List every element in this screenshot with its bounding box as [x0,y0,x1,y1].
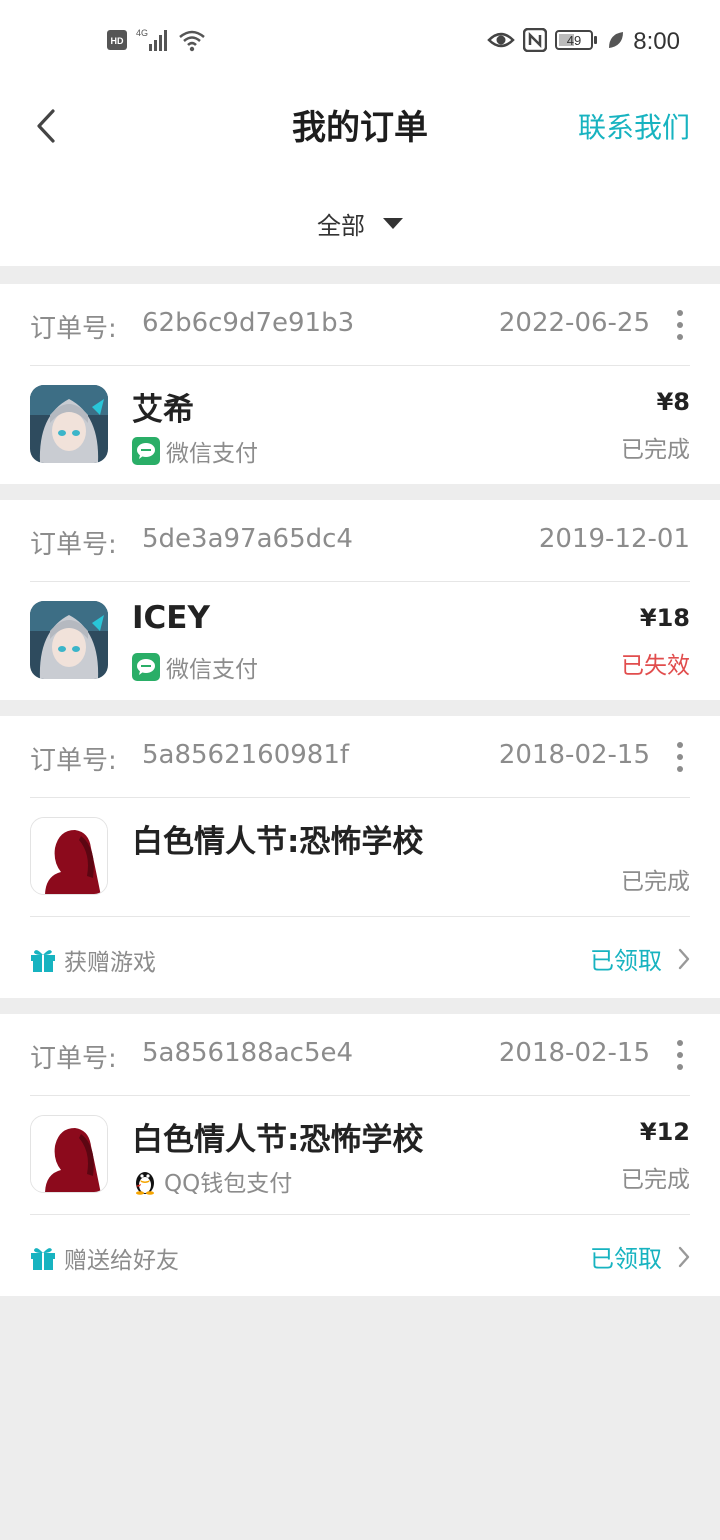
order-card: 订单号: 62b6c9d7e91b3 2022-06-25 艾希 微信支付 ¥8… [0,284,720,484]
order-filter-dropdown[interactable]: 全部 [0,206,720,241]
order-header: 订单号: 5a8562160981f 2018-02-15 [30,716,690,798]
gift-row: 赠送给好友 已领取 [30,1214,690,1296]
payment-method: QQ钱包支付 [132,1164,292,1198]
status-bar: HD 4G 49 8:00 [0,0,720,84]
order-header: 订单号: 5de3a97a65dc4 2019-12-01 [30,500,690,582]
payment-method-label: 微信支付 [166,657,258,683]
svg-text:4G: 4G [136,28,148,38]
claimed-label: 已领取 [590,1245,662,1273]
hd-icon: HD [106,29,128,55]
battery-icon: 49 [555,29,599,55]
wechat-pay-icon [132,437,160,465]
payment-method-label: 微信支付 [166,441,258,467]
order-number: 5a8562160981f [142,740,350,770]
order-number: 62b6c9d7e91b3 [142,308,355,338]
gift-icon [31,950,55,972]
qq-wallet-icon [136,1172,154,1195]
caret-down-icon [383,217,403,229]
order-price: ¥18 [639,604,690,632]
order-number-label: 订单号: [30,746,117,776]
game-name: 艾希 [132,392,194,428]
clock: 8:00 [633,28,680,55]
order-number-label: 订单号: [30,314,117,344]
wifi-icon [178,27,208,57]
order-price: ¥12 [639,1118,690,1146]
status-right: 49 8:00 [487,26,680,58]
order-body[interactable]: 白色情人节:恐怖学校 已完成 [30,798,690,916]
order-status: 已完成 [621,869,690,895]
more-options-icon[interactable] [674,1040,686,1070]
filter-label: 全部 [317,212,365,240]
payment-method: 微信支付 [132,650,258,684]
payment-method-label: QQ钱包支付 [164,1171,293,1197]
game-icon [30,385,108,463]
svg-text:49: 49 [567,33,581,48]
leaf-icon [607,30,625,54]
order-header: 订单号: 5a856188ac5e4 2018-02-15 [30,1014,690,1096]
order-body[interactable]: ICEY 微信支付 ¥18 已失效 [30,582,690,700]
gift-info: 赠送给好友 [30,1241,179,1275]
order-number: 5de3a97a65dc4 [142,524,353,554]
order-date: 2019-12-01 [538,524,690,554]
payment-method: 微信支付 [132,434,258,468]
order-date: 2018-02-15 [498,740,650,770]
order-number: 5a856188ac5e4 [142,1038,354,1068]
chevron-right-icon [678,948,690,969]
claimed-label: 已领取 [590,947,662,975]
game-name: ICEY [132,600,210,636]
order-date: 2018-02-15 [498,1038,650,1068]
nfc-icon [523,27,548,56]
gift-icon [31,1248,55,1270]
status-left: HD 4G [106,28,208,56]
claimed-link[interactable]: 已领取 [590,941,690,976]
gift-label: 获赠游戏 [64,950,156,976]
more-options-icon[interactable] [674,742,686,772]
order-status: 已失效 [621,653,690,679]
contact-us-link[interactable]: 联系我们 [578,106,690,146]
order-date: 2022-06-25 [498,308,650,338]
gift-info: 获赠游戏 [30,943,156,977]
claimed-link[interactable]: 已领取 [590,1239,690,1274]
game-icon [30,817,108,895]
chevron-right-icon [678,1246,690,1267]
game-icon [30,1115,108,1193]
game-icon [30,601,108,679]
order-price: ¥8 [656,388,690,416]
order-number-label: 订单号: [30,530,117,560]
more-options-icon[interactable] [674,310,686,340]
order-number-label: 订单号: [30,1044,117,1074]
order-header: 订单号: 62b6c9d7e91b3 2022-06-25 [30,284,690,366]
game-name: 白色情人节:恐怖学校 [132,824,424,860]
order-status: 已完成 [621,1167,690,1193]
cellular-signal-icon: 4G [136,27,170,57]
order-body[interactable]: 白色情人节:恐怖学校 QQ钱包支付 ¥12 已完成 [30,1096,690,1214]
svg-text:HD: HD [111,36,124,46]
eye-icon [487,30,516,54]
order-status: 已完成 [621,437,690,463]
gift-label: 赠送给好友 [64,1248,179,1274]
order-card: 订单号: 5de3a97a65dc4 2019-12-01 ICEY 微信支付 … [0,500,720,700]
game-name: 白色情人节:恐怖学校 [132,1122,424,1158]
order-body[interactable]: 艾希 微信支付 ¥8 已完成 [30,366,690,484]
order-card: 订单号: 5a8562160981f 2018-02-15 白色情人节:恐怖学校… [0,716,720,998]
order-card: 订单号: 5a856188ac5e4 2018-02-15 白色情人节:恐怖学校… [0,1014,720,1296]
header: 我的订单 联系我们 全部 [0,84,720,266]
wechat-pay-icon [132,653,160,681]
gift-row: 获赠游戏 已领取 [30,916,690,998]
